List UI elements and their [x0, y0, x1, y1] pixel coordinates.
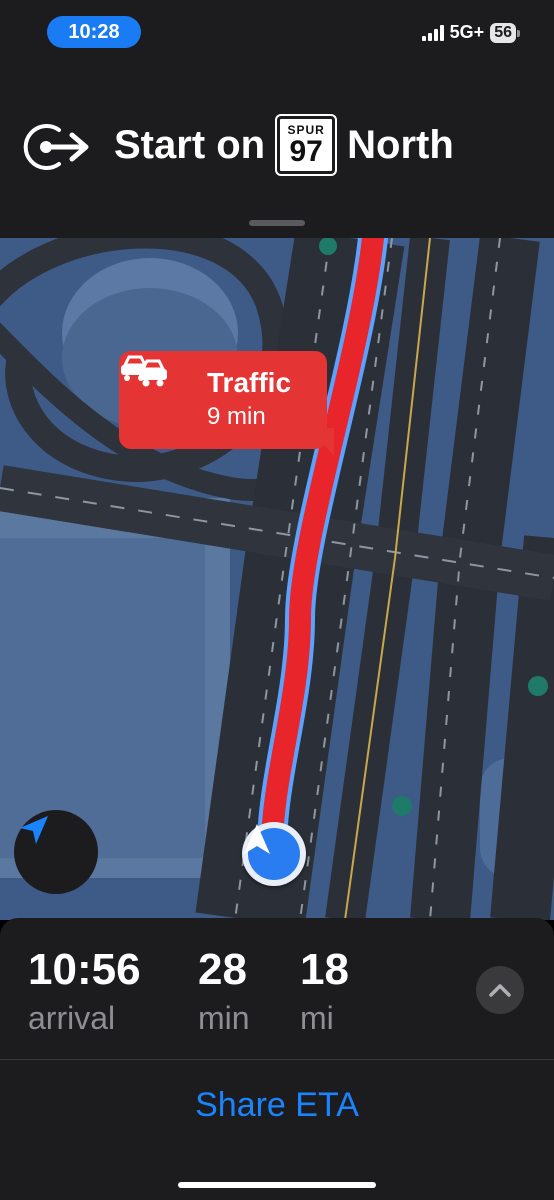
puck-inner [244, 824, 300, 880]
traffic-callout[interactable]: Traffic 9 min [119, 351, 327, 449]
cellular-signal-icon [421, 24, 444, 41]
map-canvas [0, 238, 554, 920]
traffic-callout-pointer [310, 428, 334, 456]
battery-icon: 56 [490, 22, 520, 43]
traffic-cars-icon [121, 355, 167, 387]
arrival-stat: 10:56 arrival [28, 946, 141, 1038]
distance-label: mi [300, 1000, 334, 1036]
traffic-callout-delay: 9 min [207, 403, 266, 430]
expand-card-button[interactable] [476, 966, 524, 1014]
distance-stat: 18 mi [300, 946, 349, 1038]
locate-button[interactable] [14, 810, 98, 894]
instruction-banner[interactable]: Start on SPUR 97 North [0, 64, 554, 238]
status-bar: 10:28 5G+ 56 [0, 0, 554, 64]
route-shield-number: 97 [289, 134, 323, 168]
duration-stat: 28 min [198, 946, 250, 1038]
duration-label: min [198, 1000, 250, 1036]
home-indicator[interactable] [178, 1182, 376, 1188]
route-shield: SPUR 97 [275, 114, 338, 176]
card-divider [0, 1059, 554, 1060]
share-eta-button[interactable]: Share ETA [0, 1086, 554, 1125]
chevron-up-icon [489, 984, 511, 997]
current-location-puck [242, 822, 306, 886]
arrival-time: 10:56 [28, 945, 141, 994]
status-indicators: 5G+ 56 [421, 22, 520, 43]
arrival-label: arrival [28, 1000, 116, 1036]
traffic-callout-title: Traffic [207, 367, 292, 398]
maneuver-instruction: Start on SPUR 97 North [114, 114, 454, 176]
status-time[interactable]: 10:28 [47, 16, 141, 48]
banner-grabber[interactable] [249, 220, 305, 226]
navigation-arrow-icon [244, 824, 270, 854]
duration-value: 28 [198, 945, 247, 994]
start-route-icon [23, 124, 89, 170]
distance-value: 18 [300, 945, 349, 994]
map-view[interactable]: Traffic 9 min [0, 238, 554, 920]
network-type: 5G+ [449, 22, 485, 42]
trip-summary-card[interactable]: 10:56 arrival 28 min 18 mi Share ETA [0, 918, 554, 1200]
location-arrow-icon [20, 816, 48, 844]
instruction-text-before: Start on [114, 122, 266, 167]
instruction-text-after: North [347, 122, 454, 167]
